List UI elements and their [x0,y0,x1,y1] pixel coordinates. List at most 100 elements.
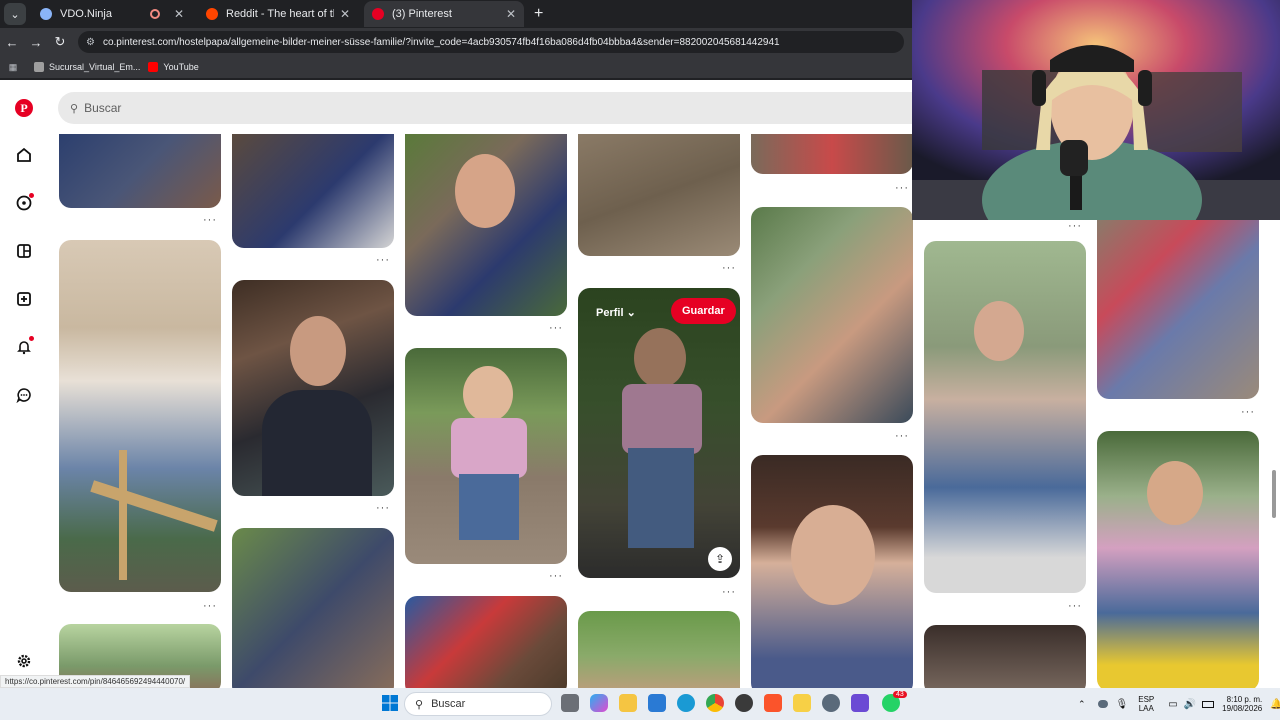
file-explorer-icon[interactable] [619,694,637,712]
create-icon[interactable] [14,289,34,309]
pin-image[interactable] [751,207,913,423]
pin-image[interactable] [405,348,567,564]
new-tab-button[interactable]: + [534,5,543,23]
settings-icon[interactable] [14,651,34,671]
bookmark-icon [34,62,44,72]
pin-image[interactable] [1097,220,1259,399]
pin-more-options[interactable]: ··· [1241,406,1255,418]
network-icon[interactable]: ▭ [1168,699,1177,710]
search-placeholder: Buscar [84,101,122,115]
pin-image[interactable] [924,625,1086,695]
navigation-bar: ← → ↻ ⚙ co.pinterest.com/hostelpapa/allg… [0,28,912,56]
scrollbar[interactable] [1270,225,1278,685]
pin-more-options[interactable]: ··· [549,570,563,582]
pin-more-options[interactable]: ··· [895,182,909,194]
task-view-icon[interactable] [561,694,579,712]
language-label: ESP [1138,695,1155,704]
close-tab-icon[interactable]: ✕ [340,7,350,21]
bookmark-youtube[interactable]: YouTube [148,62,199,72]
reddit-favicon-icon [206,8,218,20]
link-status-bar: https://co.pinterest.com/pin/84646569249… [0,675,191,688]
taskbar-search-input[interactable]: ⚲ Buscar [404,692,552,716]
apps-icon[interactable]: ▦ [0,62,26,73]
address-bar[interactable]: ⚙ co.pinterest.com/hostelpapa/allgemeine… [78,31,904,53]
pin-image[interactable] [232,134,394,248]
pin-profile-dropdown[interactable]: Perfil ⌄ [596,306,636,319]
chrome-icon[interactable] [706,694,724,712]
tab-vdo-ninja[interactable]: VDO.Ninja ✕ [32,1,192,27]
scrollbar-thumb[interactable] [1272,470,1276,518]
search-input[interactable]: ⚲ Buscar [58,92,912,124]
notification-center-icon[interactable]: 🔔 [1270,699,1280,710]
battery-icon[interactable] [1202,700,1215,708]
show-hidden-icons-icon[interactable]: ⌃ [1078,699,1086,710]
obs-icon[interactable] [735,694,753,712]
pin-more-options[interactable]: ··· [376,502,390,514]
pin-more-options[interactable]: ··· [722,262,736,274]
pin-image[interactable] [59,134,221,208]
pin-more-options[interactable]: ··· [203,600,217,612]
pin-more-options[interactable]: ··· [1068,220,1082,232]
pin-image[interactable] [924,241,1086,593]
clock[interactable]: 8:10 p. m. 19/08/2026 [1222,695,1262,713]
explore-icon[interactable] [14,193,34,213]
pin-image[interactable] [405,596,567,696]
pin-more-options[interactable]: ··· [1068,600,1082,612]
onedrive-icon[interactable] [1097,700,1108,708]
pinterest-logo-icon[interactable]: P [14,98,34,118]
site-info-icon[interactable]: ⚙ [86,37,95,48]
settings-app-icon[interactable] [822,694,840,712]
reload-icon[interactable]: ↻ [48,34,72,50]
tab-reddit[interactable]: Reddit - The heart of the intern ✕ [198,1,358,27]
pin-image[interactable] [232,528,394,698]
start-icon[interactable] [381,694,399,712]
forward-icon[interactable]: → [24,35,48,50]
boards-icon[interactable] [14,241,34,261]
tab-search-button[interactable]: ⌄ [4,3,26,25]
pinterest-sidebar: P [0,80,48,688]
microsoft-store-icon[interactable] [648,694,666,712]
pin-image[interactable] [405,134,567,316]
pin-image[interactable] [751,134,913,174]
messages-icon[interactable] [14,385,34,405]
notification-dot [29,193,34,198]
vdo-ninja-favicon-icon [40,8,52,20]
pin-more-options[interactable]: ··· [203,214,217,226]
pin-image[interactable] [1097,431,1259,691]
home-icon[interactable] [14,145,34,165]
close-tab-icon[interactable]: ✕ [174,7,184,21]
copilot-icon[interactable] [590,694,608,712]
pin-more-options[interactable]: ··· [895,430,909,442]
language-indicator[interactable]: ESP LAA [1138,695,1154,713]
close-tab-icon[interactable]: ✕ [506,7,516,21]
tab-pinterest[interactable]: (3) Pinterest ✕ [364,1,524,27]
pin-image[interactable] [232,280,394,496]
bookmark-sucursal[interactable]: Sucursal_Virtual_Em... [34,62,140,72]
brave-icon[interactable] [764,694,782,712]
share-icon[interactable]: ⇪ [708,547,732,571]
save-pin-button[interactable]: Guardar [671,298,736,324]
notifications-icon[interactable] [14,336,34,357]
recording-icon [149,9,160,19]
clipchamp-icon[interactable] [851,694,869,712]
chevron-down-icon: ⌄ [626,307,636,319]
youtube-icon [148,62,159,72]
search-icon: ⚲ [415,698,424,711]
pin-more-options[interactable]: ··· [376,254,390,266]
tab-title: VDO.Ninja [60,8,112,20]
microphone-icon[interactable]: 🎙 [1116,699,1129,710]
pin-image[interactable] [578,134,740,256]
pin-more-options[interactable]: ··· [549,322,563,334]
sticky-notes-icon[interactable] [793,694,811,712]
pin-image-hovered[interactable] [578,288,740,578]
pin-image[interactable] [751,455,913,695]
pin-more-options[interactable]: ··· [722,586,736,598]
back-icon[interactable]: ← [0,35,24,50]
bookmarks-bar: ▦ Sucursal_Virtual_Em... YouTube [0,56,912,78]
webcam-overlay [912,0,1280,220]
pin-image[interactable] [59,240,221,592]
taskbar-search-placeholder: Buscar [431,698,466,710]
clock-date: 19/08/2026 [1222,704,1263,713]
edge-icon[interactable] [677,694,695,712]
volume-icon[interactable]: 🔊 [1184,699,1196,710]
